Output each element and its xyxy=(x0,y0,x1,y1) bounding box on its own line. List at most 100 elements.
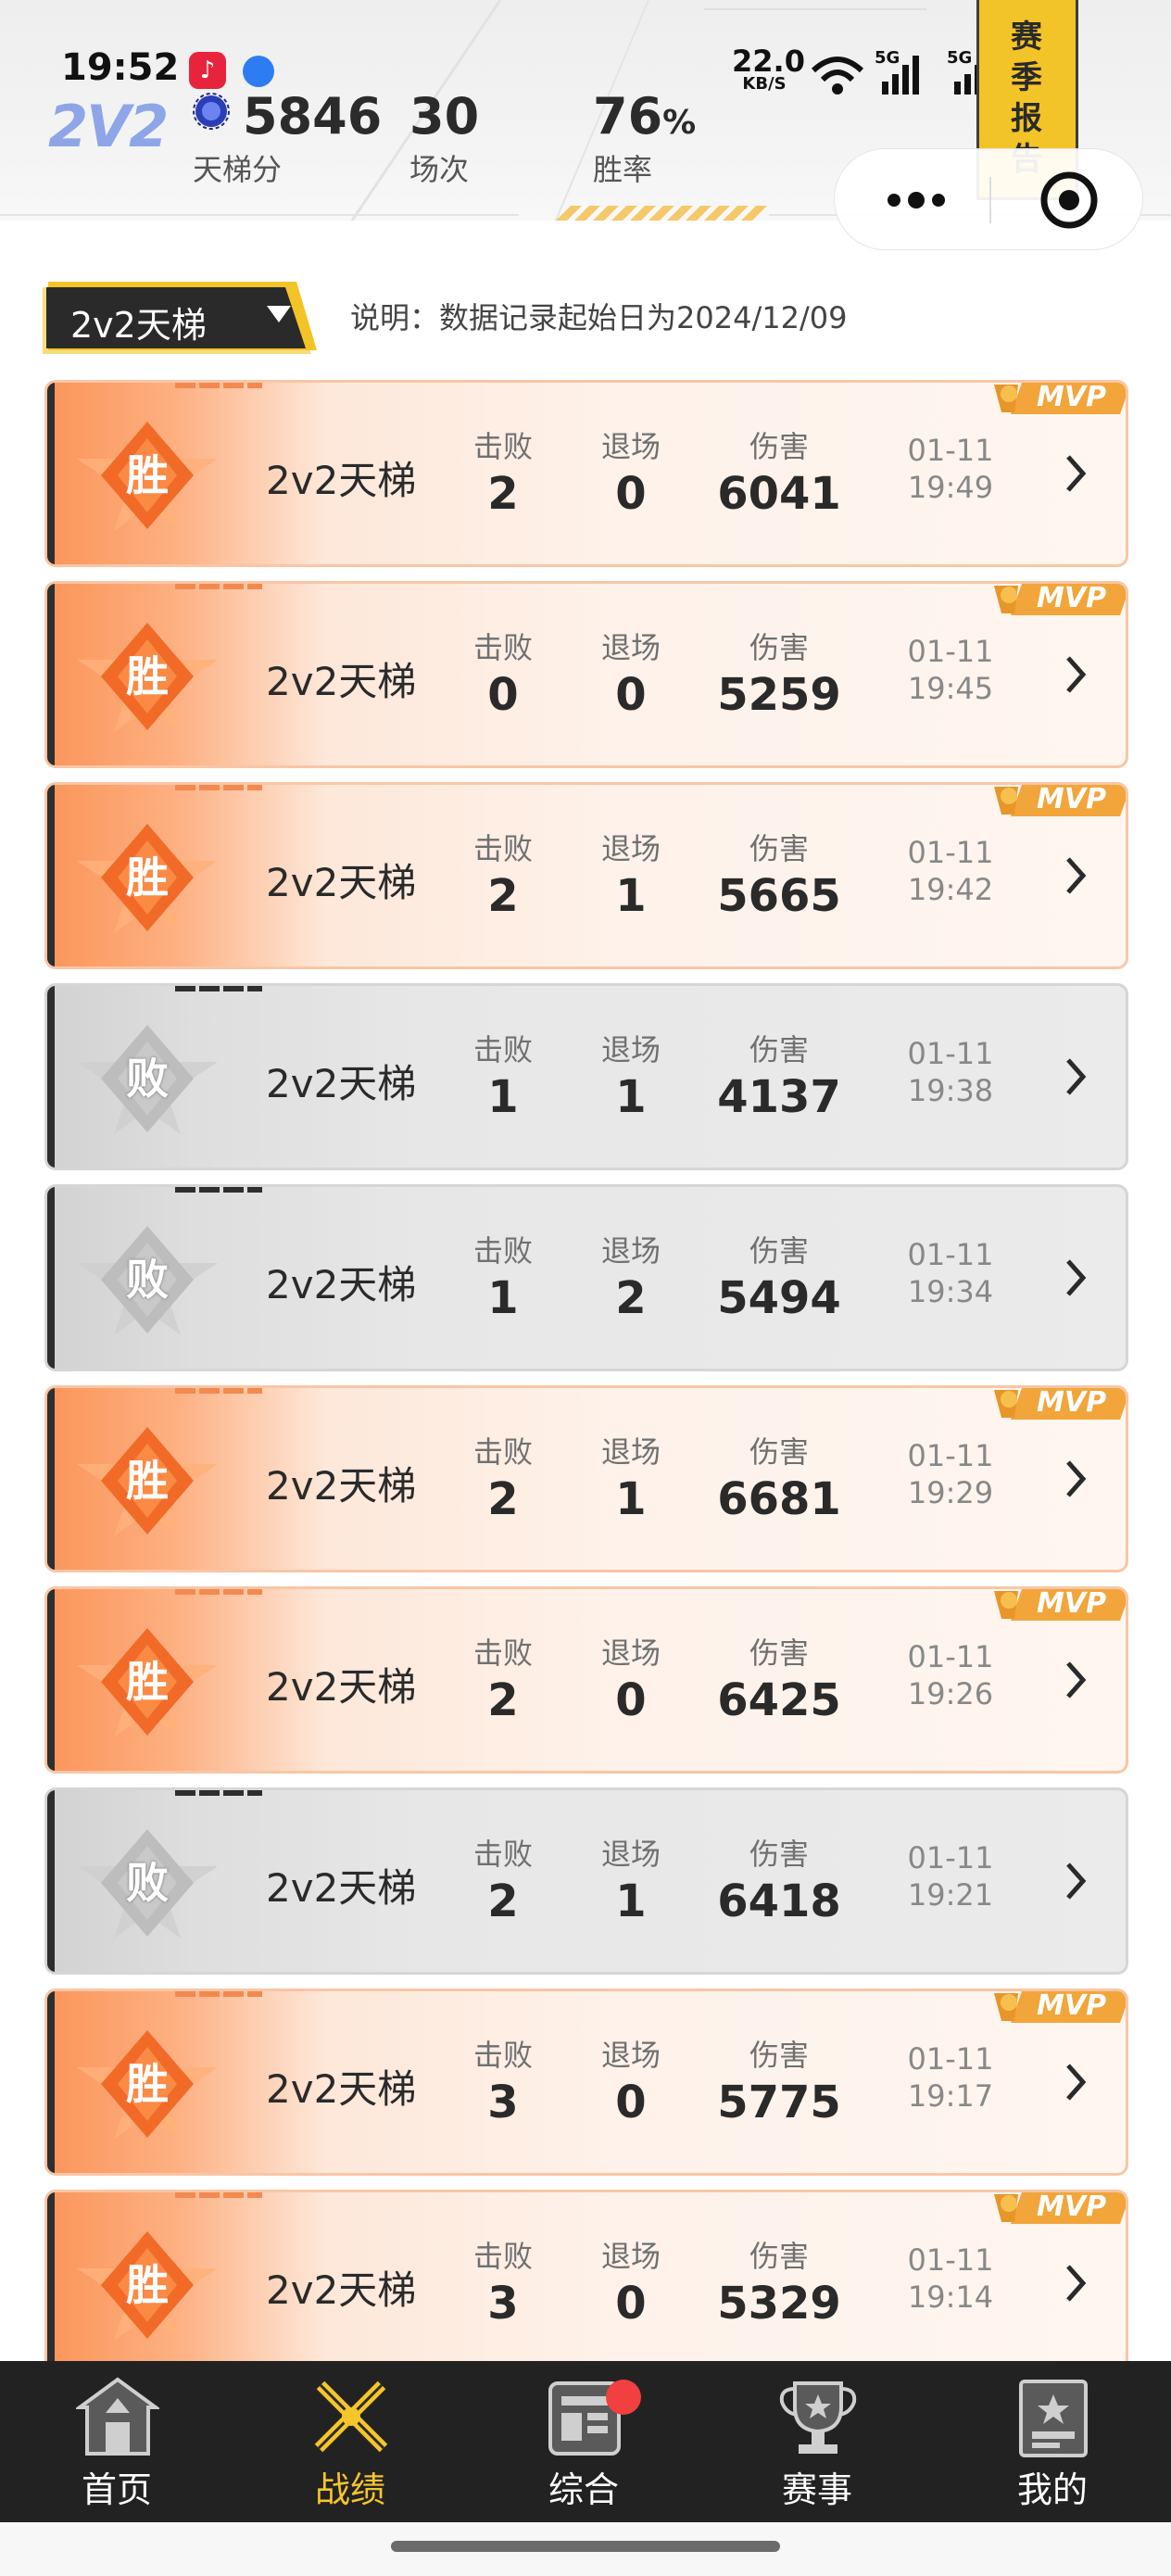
kills-label: 击败 xyxy=(472,1635,533,1671)
result-label: 胜 xyxy=(126,852,169,903)
card-dash-decoration xyxy=(175,1790,262,1796)
svg-text:5G: 5G xyxy=(875,48,900,68)
chevron-right-icon[interactable] xyxy=(1064,1660,1087,1700)
kills-value: 3 xyxy=(487,2077,519,2128)
deaths-label: 退场 xyxy=(600,1837,661,1872)
card-accent-bar xyxy=(47,1991,55,2173)
kills-value: 2 xyxy=(487,1473,519,1525)
chevron-right-icon[interactable] xyxy=(1064,1056,1087,1097)
deaths-label: 退场 xyxy=(600,2038,661,2073)
match-time: 19:17 xyxy=(907,2078,994,2114)
deaths-value: 0 xyxy=(615,669,647,721)
more-options-icon[interactable] xyxy=(881,186,951,214)
signal-5g-icon-1: 5G xyxy=(875,48,919,95)
home-indicator[interactable] xyxy=(391,2541,780,2552)
chevron-right-icon[interactable] xyxy=(1064,1458,1087,1499)
damage-label: 伤害 xyxy=(749,1635,809,1671)
nav-item-home[interactable]: 首页 xyxy=(24,2361,209,2522)
card-dash-decoration xyxy=(175,2192,262,2198)
nav-label-overview[interactable]: 综合 xyxy=(491,2461,676,2512)
chevron-right-icon[interactable] xyxy=(1064,1861,1087,1901)
notification-dot xyxy=(606,2380,641,2415)
match-time: 19:14 xyxy=(907,2279,994,2315)
match-date: 01-11 xyxy=(907,1639,994,1674)
card-dash-decoration xyxy=(175,986,262,991)
kills-label: 击败 xyxy=(472,831,533,866)
kills-label: 击败 xyxy=(472,429,533,464)
match-card[interactable]: 胜 2v2天梯 击败 2 退场 0 伤害 6425 01-11 19:26 MV… xyxy=(44,1586,1128,1774)
status-time: 19:52 xyxy=(61,46,180,89)
match-time: 19:29 xyxy=(907,1475,994,1510)
result-label: 胜 xyxy=(126,651,169,701)
kills-value: 1 xyxy=(487,1272,519,1324)
damage-value: 6041 xyxy=(717,468,841,520)
chevron-right-icon[interactable] xyxy=(1064,453,1087,494)
damage-value: 5775 xyxy=(717,2077,841,2128)
damage-value: 6425 xyxy=(717,1674,841,1726)
match-card[interactable]: 胜 2v2天梯 击败 3 退场 0 伤害 5775 01-11 19:17 MV… xyxy=(44,1989,1128,2176)
caret-down-icon[interactable] xyxy=(267,306,291,322)
match-time: 19:38 xyxy=(907,1073,994,1108)
match-card[interactable]: 胜 2v2天梯 击败 2 退场 1 伤害 5665 01-11 19:42 MV… xyxy=(44,782,1128,969)
match-time: 19:21 xyxy=(907,1877,994,1913)
card-dash-decoration xyxy=(175,383,262,388)
mode-dropdown[interactable]: 2v2天梯 xyxy=(43,278,321,354)
chevron-right-icon[interactable] xyxy=(1064,654,1087,695)
card-dash-decoration xyxy=(175,1991,262,1997)
card-dash-decoration xyxy=(175,1388,262,1394)
card-dash-decoration xyxy=(175,1589,262,1595)
chevron-right-icon[interactable] xyxy=(1064,2263,1087,2304)
kills-value: 2 xyxy=(487,468,519,520)
deaths-label: 退场 xyxy=(600,831,661,866)
match-card[interactable]: 胜 2v2天梯 击败 0 退场 0 伤害 5259 01-11 19:45 MV… xyxy=(44,581,1128,768)
match-card[interactable]: 败 2v2天梯 击败 1 退场 2 伤害 5494 01-11 19:34 xyxy=(44,1184,1128,1371)
match-mode: 2v2天梯 xyxy=(266,1865,417,1911)
mvp-label: MVP xyxy=(1037,1989,1107,2022)
mvp-label: MVP xyxy=(1037,582,1107,614)
nav-label-records[interactable]: 战绩 xyxy=(258,2461,443,2512)
card-dash-decoration xyxy=(175,584,262,589)
card-dash-decoration xyxy=(175,785,262,790)
match-card[interactable]: 胜 2v2天梯 击败 2 退场 0 伤害 6041 01-11 19:49 MV… xyxy=(44,380,1128,567)
damage-label: 伤害 xyxy=(749,1434,809,1470)
chevron-right-icon[interactable] xyxy=(1064,2062,1087,2102)
match-mode: 2v2天梯 xyxy=(266,1463,417,1509)
close-miniprogram-icon[interactable] xyxy=(1039,170,1100,231)
match-mode: 2v2天梯 xyxy=(266,1061,417,1106)
match-time: 19:42 xyxy=(907,872,994,907)
kills-value: 2 xyxy=(487,1674,519,1726)
crossed-swords-icon xyxy=(314,2380,388,2453)
damage-value: 5329 xyxy=(717,2278,841,2330)
nav-label-home[interactable]: 首页 xyxy=(24,2461,209,2512)
kills-label: 击败 xyxy=(472,2038,533,2073)
nav-label-profile[interactable]: 我的 xyxy=(960,2461,1145,2512)
card-accent-bar xyxy=(47,1187,55,1369)
card-dash-decoration xyxy=(175,1187,262,1193)
nav-item-records[interactable]: 战绩 xyxy=(258,2361,443,2522)
match-card[interactable]: 胜 2v2天梯 击败 3 退场 0 伤害 5329 01-11 19:14 MV… xyxy=(44,2190,1128,2377)
trophy-icon xyxy=(779,2381,857,2454)
match-mode: 2v2天梯 xyxy=(266,2267,417,2313)
chevron-right-icon[interactable] xyxy=(1064,855,1087,896)
match-card[interactable]: 败 2v2天梯 击败 2 退场 1 伤害 6418 01-11 19:21 xyxy=(44,1787,1128,1975)
nav-item-profile[interactable]: 我的 xyxy=(960,2361,1145,2522)
mode-dropdown-label[interactable]: 2v2天梯 xyxy=(70,297,207,347)
chevron-right-icon[interactable] xyxy=(1064,1257,1087,1298)
match-mode: 2v2天梯 xyxy=(266,659,417,704)
deaths-label: 退场 xyxy=(600,1635,661,1671)
match-date: 01-11 xyxy=(907,433,994,468)
match-count-value: 30 xyxy=(409,87,480,145)
mvp-label: MVP xyxy=(1037,783,1107,815)
svg-text:5G: 5G xyxy=(947,48,972,68)
music-app-icon: ♪ xyxy=(189,52,226,89)
match-date: 01-11 xyxy=(907,835,994,870)
match-card[interactable]: 胜 2v2天梯 击败 2 退场 1 伤害 6681 01-11 19:29 MV… xyxy=(44,1385,1128,1572)
nav-label-events[interactable]: 赛事 xyxy=(724,2461,910,2512)
card-accent-bar xyxy=(47,986,55,1168)
deaths-label: 退场 xyxy=(600,1434,661,1470)
nav-item-events[interactable]: 赛事 xyxy=(724,2361,910,2522)
match-card[interactable]: 败 2v2天梯 击败 1 退场 1 伤害 4137 01-11 19:38 xyxy=(44,983,1128,1170)
nav-item-overview[interactable]: 综合 xyxy=(491,2361,676,2522)
win-rate-value: 76% xyxy=(593,87,696,145)
card-accent-bar xyxy=(47,2192,55,2374)
